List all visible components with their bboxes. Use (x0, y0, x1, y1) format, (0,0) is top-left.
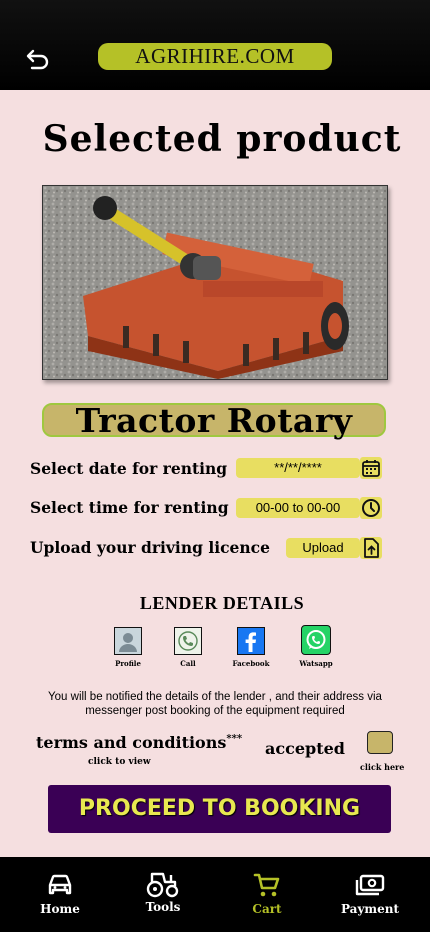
contact-profile[interactable]: Profile (98, 627, 158, 668)
date-label: Select date for renting (30, 459, 228, 478)
licence-label: Upload your driving licence (30, 538, 270, 557)
contact-whatsapp-label: Watsapp (299, 659, 333, 668)
whatsapp-icon (301, 625, 331, 655)
phone-icon (174, 627, 202, 655)
terms-text: terms and conditions (36, 733, 227, 752)
terms-link[interactable]: terms and conditions*** (36, 733, 242, 752)
tractor-icon (146, 872, 179, 898)
bottom-nav: Home Tools Cart Payment (0, 857, 430, 932)
clock-icon[interactable] (360, 497, 382, 519)
phone-svg (178, 631, 198, 651)
calendar-svg (362, 460, 380, 477)
back-arrow-icon[interactable] (26, 48, 58, 76)
clock-svg (362, 499, 380, 517)
contact-facebook-label: Facebook (232, 659, 270, 668)
nav-home-label: Home (40, 902, 80, 916)
back-arrow-svg (26, 49, 49, 70)
nav-payment-label: Payment (340, 902, 400, 916)
click-here-label: click here (360, 762, 405, 772)
cart-icon (253, 873, 280, 897)
click-to-view-link[interactable]: click to view (88, 757, 151, 767)
contact-facebook[interactable]: Facebook (221, 627, 281, 668)
time-label: Select time for renting (30, 498, 229, 517)
nav-home[interactable]: Home (20, 871, 100, 916)
brand-logo[interactable]: AGRIHIRE.COM (98, 43, 332, 70)
profile-icon (114, 627, 142, 655)
tractor-rotary-illustration (43, 186, 387, 379)
time-field[interactable]: 00-00 to 00-00 (236, 498, 360, 518)
nav-cart[interactable]: Cart (227, 871, 307, 916)
whatsapp-svg (306, 630, 326, 649)
header: AGRIHIRE.COM (0, 0, 430, 90)
contact-call[interactable]: Call (158, 627, 218, 668)
facebook-svg (245, 632, 256, 652)
page-title: Selected product (42, 118, 402, 160)
contact-whatsapp[interactable]: Watsapp (286, 625, 346, 668)
nav-tools[interactable]: Tools (123, 869, 203, 914)
contact-call-label: Call (180, 659, 196, 668)
terms-mark: *** (226, 733, 243, 745)
date-field[interactable]: **/**/**** (236, 458, 360, 478)
lender-details-title: LENDER DETAILS (139, 593, 305, 613)
proceed-to-booking-button[interactable]: PROCEED TO BOOKING (48, 785, 391, 833)
car-icon (48, 874, 72, 895)
nav-payment[interactable]: Payment (330, 871, 410, 916)
calendar-icon[interactable] (360, 457, 382, 479)
lender-notice: You will be notified the details of the … (48, 691, 382, 717)
contact-profile-label: Profile (115, 659, 141, 668)
nav-tools-label: Tools (145, 900, 181, 914)
terms-checkbox[interactable] (367, 731, 393, 754)
upload-button[interactable]: Upload (286, 538, 360, 558)
profile-svg (119, 633, 137, 652)
upload-file-icon[interactable] (360, 537, 382, 559)
accepted-label: accepted (265, 739, 345, 758)
product-name: Tractor Rotary (42, 403, 386, 437)
upload-file-svg (364, 538, 379, 558)
nav-cart-label: Cart (252, 902, 282, 916)
money-icon (355, 874, 385, 896)
product-image (42, 185, 388, 380)
facebook-icon (237, 627, 265, 655)
